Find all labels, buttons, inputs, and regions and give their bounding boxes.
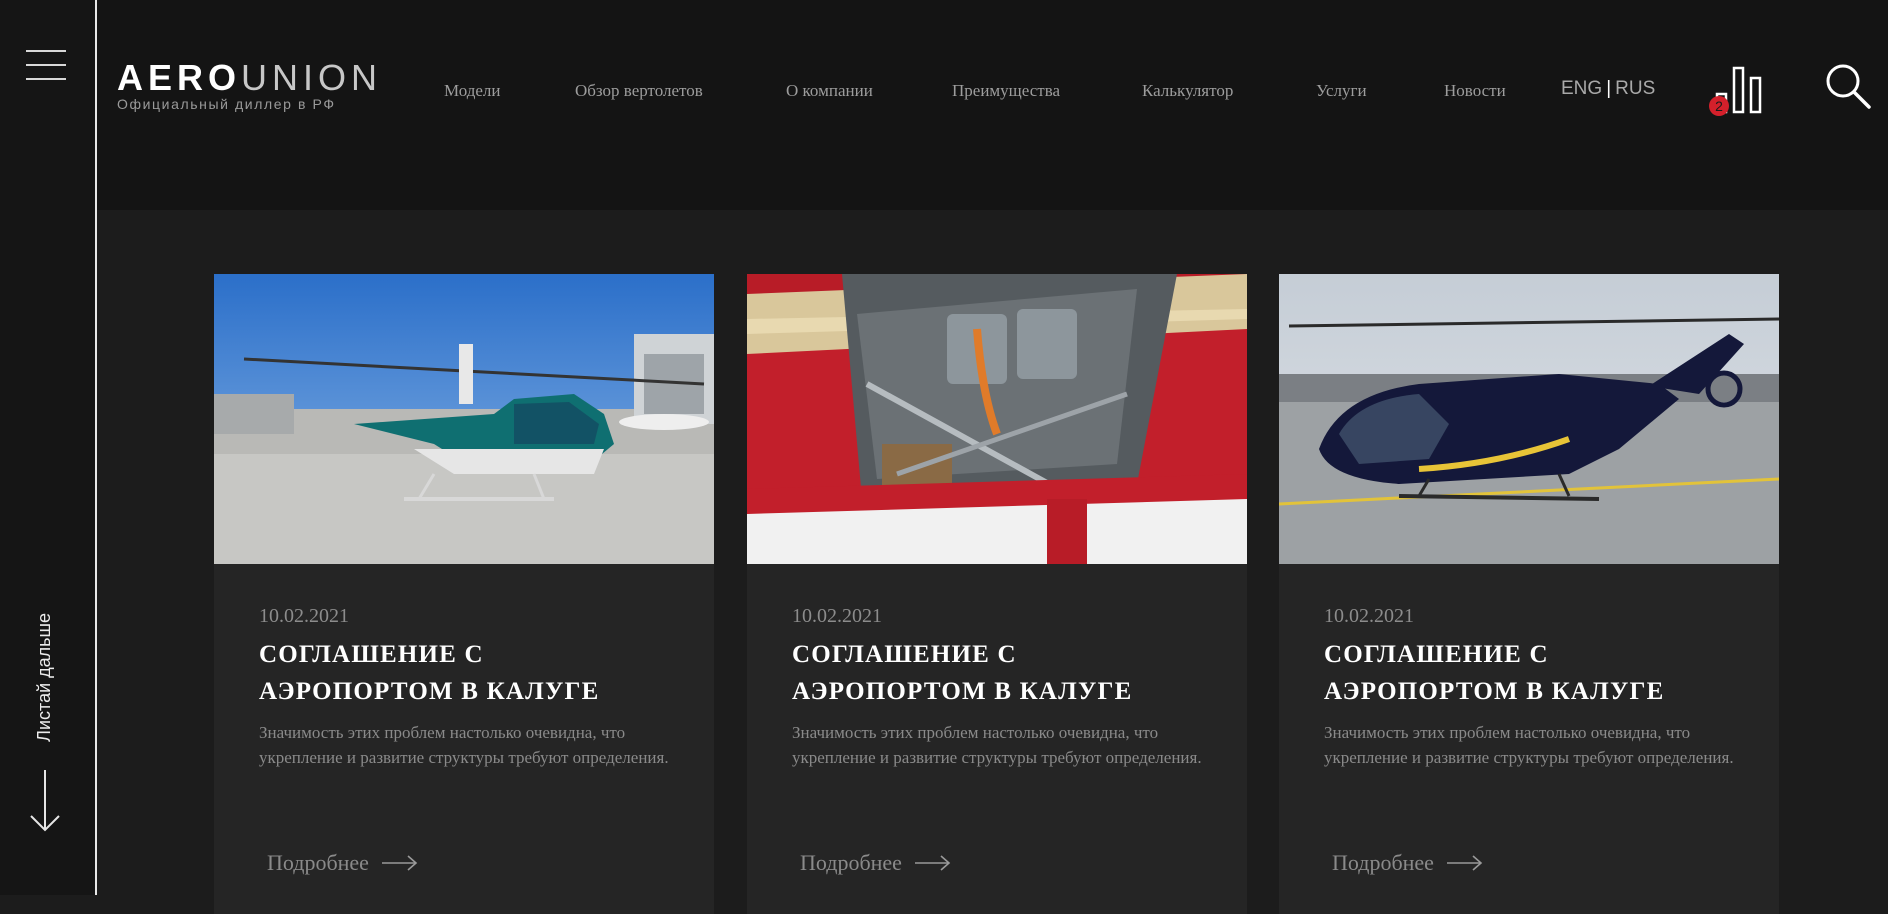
nav-item-helicopters-review[interactable]: Обзор вертолетов	[575, 80, 703, 102]
search-icon[interactable]	[1824, 62, 1872, 110]
nav-item-about[interactable]: О компании	[786, 80, 873, 102]
nav-item-services[interactable]: Услуги	[1316, 80, 1367, 102]
lang-rus[interactable]: RUS	[1615, 78, 1655, 99]
logo[interactable]: AEROUNION Официальный диллер в РФ	[117, 57, 383, 113]
lang-separator: |	[1606, 78, 1612, 99]
card-date: 10.02.2021	[259, 605, 349, 627]
card-excerpt: Значимость этих проблем настолько очевид…	[792, 723, 1202, 767]
nav-item-advantages[interactable]: Преимущества	[952, 80, 1060, 102]
read-more-link[interactable]: Подробнее	[800, 850, 951, 876]
logo-subtitle: Официальный диллер в РФ	[117, 96, 336, 112]
news-card[interactable]: 10.02.2021 СОГЛАШЕНИЕ С АЭРОПОРТОМ В КАЛ…	[1279, 274, 1779, 914]
read-more-link[interactable]: Подробнее	[267, 850, 418, 876]
read-more-link[interactable]: Подробнее	[1332, 850, 1483, 876]
nav-item-calculator[interactable]: Калькулятор	[1142, 80, 1233, 102]
news-card[interactable]: 10.02.2021 СОГЛАШЕНИЕ С АЭРОПОРТОМ В КАЛ…	[214, 274, 714, 914]
card-title[interactable]: СОГЛАШЕНИЕ С АЭРОПОРТОМ В КАЛУГЕ	[792, 636, 1212, 710]
news-card[interactable]: 10.02.2021 СОГЛАШЕНИЕ С АЭРОПОРТОМ В КАЛ…	[747, 274, 1247, 914]
read-more-label: Подробнее	[800, 850, 902, 875]
nav-item-news[interactable]: Новости	[1444, 80, 1506, 102]
card-date: 10.02.2021	[792, 605, 882, 627]
card-excerpt: Значимость этих проблем настолько очевид…	[1324, 723, 1734, 767]
arrow-down-icon[interactable]	[29, 770, 61, 832]
card-date: 10.02.2021	[1324, 605, 1414, 627]
helicopter-photo-3[interactable]	[1279, 274, 1779, 564]
header: AEROUNION Официальный диллер в РФ Модели…	[97, 0, 1888, 210]
helicopter-photo-1[interactable]	[214, 274, 714, 564]
lang-eng[interactable]: ENG	[1561, 78, 1602, 99]
scroll-hint-label: Листай дальше	[34, 613, 54, 742]
logo-union: UNION	[241, 57, 383, 98]
compare-count-badge: 2	[1709, 96, 1729, 116]
arrow-right-icon	[1447, 855, 1483, 871]
card-title[interactable]: СОГЛАШЕНИЕ С АЭРОПОРТОМ В КАЛУГЕ	[1324, 636, 1744, 710]
logo-aero: AERO	[117, 57, 242, 98]
menu-icon[interactable]	[26, 50, 66, 80]
language-switcher: ENG | RUS	[1561, 78, 1655, 100]
read-more-label: Подробнее	[1332, 850, 1434, 875]
sidebar: Листай дальше	[0, 0, 97, 895]
helicopter-photo-2[interactable]	[747, 274, 1247, 564]
arrow-right-icon	[915, 855, 951, 871]
read-more-label: Подробнее	[267, 850, 369, 875]
card-title[interactable]: СОГЛАШЕНИЕ С АЭРОПОРТОМ В КАЛУГЕ	[259, 636, 679, 710]
arrow-right-icon	[382, 855, 418, 871]
card-excerpt: Значимость этих проблем настолько очевид…	[259, 723, 669, 767]
nav-item-models[interactable]: Модели	[444, 80, 500, 102]
